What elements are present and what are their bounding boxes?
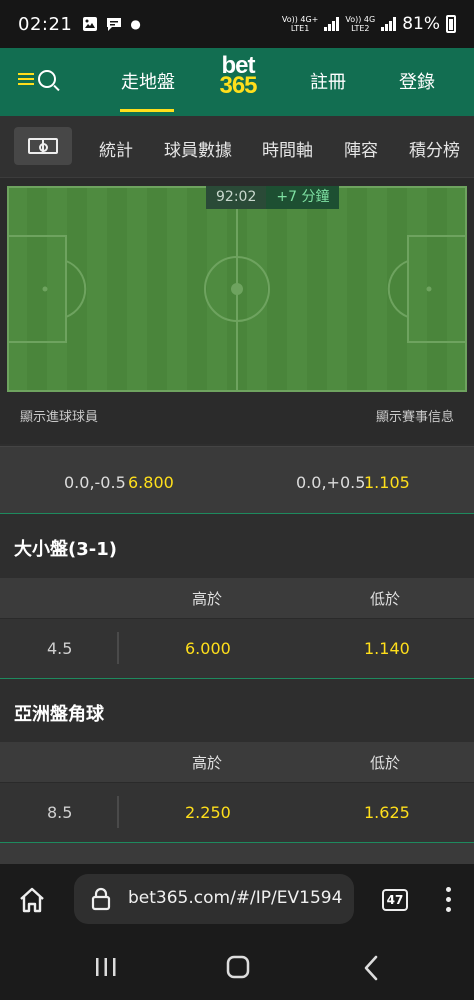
logo-365: 365 <box>219 72 257 99</box>
search-icon[interactable] <box>38 70 56 88</box>
home-icon[interactable] <box>18 886 46 914</box>
register-button[interactable]: 註冊 <box>310 68 346 94</box>
lock-icon <box>91 887 111 911</box>
market-row: 8.5 2.250 1.625 <box>0 782 474 842</box>
sim2-indicator: Vo)) 4G LTE2 <box>345 15 376 33</box>
menu-icon[interactable] <box>18 73 34 85</box>
market-line: 4.5 <box>47 639 73 658</box>
app-root: 02:21 ● Vo)) 4G+ LTE1 Vo)) 4G LTE2 81% 走地盤… <box>0 0 474 1000</box>
address-bar[interactable]: bet365.com/#/IP/EV1594 <box>74 874 354 924</box>
tab-standings[interactable]: 積分榜 <box>409 136 460 161</box>
url-text: bet365.com/#/IP/EV1594 <box>128 888 343 908</box>
extra-time: +7 分鐘 <box>266 186 340 209</box>
show-scorers-link[interactable]: 顯示進球球員 <box>20 406 98 425</box>
market-title[interactable]: 亞洲盤角球 <box>14 700 104 726</box>
show-match-info-link[interactable]: 顯示賽事信息 <box>376 406 454 425</box>
browser-bar: bet365.com/#/IP/EV1594 47 <box>0 864 474 940</box>
status-time: 02:21 <box>18 13 73 35</box>
market-header: 高於 低於 <box>0 578 474 618</box>
tab-player-data[interactable]: 球員數據 <box>164 136 232 161</box>
over-odds[interactable]: 6.000 <box>185 639 231 658</box>
back-icon[interactable] <box>362 955 380 981</box>
status-bar: 02:21 ● Vo)) 4G+ LTE1 Vo)) 4G LTE2 81% <box>0 0 474 48</box>
pitch-graphic <box>7 186 467 392</box>
col-over: 高於 <box>192 754 223 772</box>
tab-stats[interactable]: 統計 <box>99 136 133 161</box>
col-under: 低於 <box>370 754 401 772</box>
match-clock: 92:02 +7 分鐘 <box>206 186 340 209</box>
pitch-icon <box>28 138 58 154</box>
away-handicap-odds[interactable]: 1.105 <box>364 473 410 492</box>
market-divider <box>0 678 474 679</box>
nav-inplay[interactable]: 走地盤 <box>121 68 175 94</box>
battery-percent: 81% <box>402 14 440 34</box>
nav-active-indicator <box>120 109 174 112</box>
row-divider <box>117 796 119 828</box>
tab-switcher-button[interactable]: 47 <box>382 889 408 911</box>
message-icon <box>107 18 122 31</box>
under-odds[interactable]: 1.625 <box>364 803 410 822</box>
bet365-logo[interactable]: bet 365 <box>212 54 264 99</box>
status-right: Vo)) 4G+ LTE1 Vo)) 4G LTE2 81% <box>282 14 456 34</box>
handicap-row: 0.0,-0.5 6.800 0.0,+0.5 1.105 <box>0 446 474 514</box>
row-divider <box>117 632 119 664</box>
match-tabs: 統計 球員數據 時間軸 陣容 積分榜 <box>0 116 474 178</box>
signal1-icon <box>324 17 340 31</box>
more-options-icon[interactable] <box>446 887 452 917</box>
over-odds[interactable]: 2.250 <box>185 803 231 822</box>
clock-time: 92:02 <box>206 186 267 209</box>
gallery-icon <box>83 17 98 31</box>
sim1-indicator: Vo)) 4G+ LTE1 <box>281 15 319 33</box>
signal2-icon <box>381 17 397 31</box>
tab-lineups[interactable]: 陣容 <box>344 136 378 161</box>
col-over: 高於 <box>192 590 223 608</box>
market-line: 8.5 <box>47 803 73 822</box>
battery-icon <box>446 15 456 33</box>
recent-apps-icon[interactable] <box>94 956 118 978</box>
next-market-peek <box>0 843 474 864</box>
login-button[interactable]: 登錄 <box>399 68 435 94</box>
dot-icon: ● <box>130 17 141 31</box>
home-handicap-odds[interactable]: 6.800 <box>128 473 174 492</box>
site-header: 走地盤 bet 365 註冊 登錄 <box>0 48 474 116</box>
under-odds[interactable]: 1.140 <box>364 639 410 658</box>
menu-search-group[interactable] <box>18 70 56 88</box>
home-nav-icon[interactable] <box>226 955 250 979</box>
system-nav-bar <box>0 940 474 1000</box>
pitch-panel: 92:02 +7 分鐘 顯示進球球員 顯示賽事信息 <box>0 178 474 444</box>
market-row: 4.5 6.000 1.140 <box>0 618 474 678</box>
away-handicap-line: 0.0,+0.5 <box>296 473 366 492</box>
tab-pitch-view[interactable] <box>14 127 72 165</box>
market-title[interactable]: 大小盤(3-1) <box>14 535 117 561</box>
notification-icons: ● <box>82 16 141 32</box>
col-under: 低於 <box>370 590 401 608</box>
market-header: 高於 低於 <box>0 742 474 782</box>
tab-timeline[interactable]: 時間軸 <box>262 136 313 161</box>
home-handicap-line: 0.0,-0.5 <box>64 473 126 492</box>
